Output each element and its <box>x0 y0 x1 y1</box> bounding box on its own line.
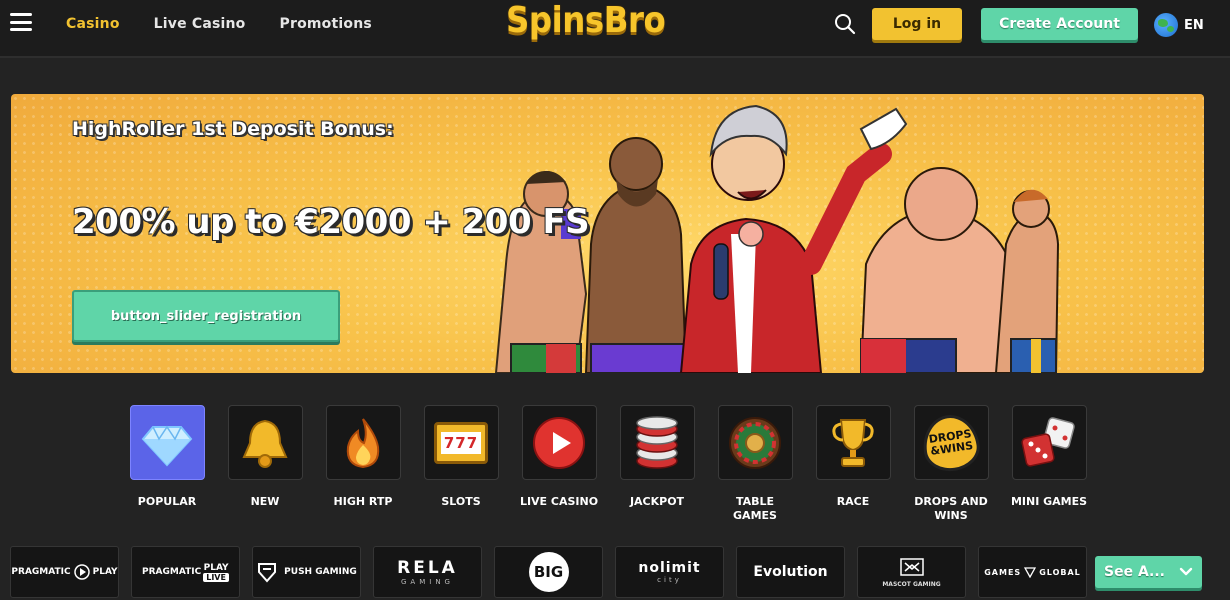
provider-line2: PLAY <box>203 562 229 573</box>
search-icon[interactable] <box>834 13 856 35</box>
category-table-games[interactable]: TABLE GAMES <box>706 405 804 523</box>
fire-icon <box>346 417 380 468</box>
category-race[interactable]: RACE <box>804 405 902 523</box>
language-selector[interactable]: EN <box>1154 13 1204 37</box>
provider-games-global[interactable]: GAMES GLOBAL <box>978 546 1087 598</box>
category-label: POPULAR <box>137 495 197 508</box>
provider-line1: BIG <box>533 563 564 581</box>
push-gaming-logo-icon <box>258 563 277 583</box>
provider-evolution[interactable]: Evolution <box>736 546 845 598</box>
category-tile: DROPS &WINS <box>913 405 989 480</box>
provider-line3: LIVE <box>203 572 229 582</box>
pragmatic-logo-icon <box>73 564 90 580</box>
banner-title: HighRoller 1st Deposit Bonus: <box>72 118 394 140</box>
provider-line1: GAMES <box>984 567 1022 577</box>
provider-push-gaming[interactable]: PUSH GAMING <box>252 546 361 598</box>
provider-line1: PRAGMATIC <box>142 567 202 577</box>
category-tile <box>1011 405 1087 480</box>
category-tile <box>815 405 891 480</box>
big-logo-icon: BIG <box>528 552 569 592</box>
mascot-logo-icon <box>899 557 924 576</box>
provider-live-block: PLAY LIVE <box>203 563 229 582</box>
category-tile <box>521 405 597 480</box>
provider-line1: Evolution <box>753 564 828 580</box>
category-tile <box>619 405 695 480</box>
category-mini-games[interactable]: MINI GAMES <box>1000 405 1098 523</box>
category-high-rtp[interactable]: HIGH RTP <box>314 405 412 523</box>
provider-nolimit-city[interactable]: nolimit city <box>615 546 724 598</box>
provider-line1: PRAGMATIC <box>11 567 71 577</box>
provider-relax-gaming[interactable]: RELA GAMING <box>373 546 482 598</box>
category-tile <box>717 405 793 480</box>
banner-registration-button[interactable]: button_slider_registration <box>72 290 340 342</box>
category-live-casino[interactable]: LIVE CASINO <box>510 405 608 523</box>
dice-icon <box>1021 416 1075 467</box>
provider-line1: RELA <box>397 558 458 578</box>
slot-777-icon: 777 <box>434 421 488 464</box>
category-jackpot[interactable]: JACKPOT <box>608 405 706 523</box>
category-label: NEW <box>250 495 280 508</box>
nav-live-casino[interactable]: Live Casino <box>154 16 246 32</box>
nav-promotions[interactable]: Promotions <box>280 16 372 32</box>
category-label: JACKPOT <box>629 495 685 508</box>
roulette-icon <box>729 416 781 469</box>
see-all-label: See A... <box>1104 564 1165 580</box>
provider-pragmatic-play[interactable]: PRAGMATIC PLAY <box>10 546 119 598</box>
diamond-icon <box>141 425 193 466</box>
provider-line2: MASCOT GAMING <box>882 580 941 588</box>
provider-line2: GAMING <box>401 578 454 586</box>
category-popular[interactable]: POPULAR <box>118 405 216 523</box>
category-tile: 777 <box>423 405 499 480</box>
chips-icon <box>636 415 678 469</box>
drops-wins-icon: DROPS &WINS <box>919 410 983 475</box>
trophy-icon <box>832 418 874 467</box>
games-global-logo-icon <box>1024 567 1037 578</box>
nav-casino[interactable]: Casino <box>66 16 120 32</box>
category-label: SLOTS <box>441 495 481 508</box>
category-label: DROPS AND WINS <box>914 495 988 522</box>
category-tile <box>129 405 205 480</box>
see-all-button[interactable]: See A... <box>1095 556 1202 588</box>
banner-offer: 200% up to €2000 + 200 FS <box>72 202 590 242</box>
category-label: MINI GAMES <box>1010 495 1088 508</box>
provider-line2: PLAY <box>92 567 118 577</box>
category-drops-and-wins[interactable]: DROPS &WINS DROPS AND WINS <box>902 405 1000 523</box>
login-button[interactable]: Log in <box>872 8 962 40</box>
category-label: LIVE CASINO <box>519 495 599 508</box>
promo-banner[interactable]: HighRoller 1st Deposit Bonus: 200% up to… <box>11 94 1204 373</box>
chevron-down-icon <box>1179 567 1193 576</box>
play-icon <box>533 416 585 469</box>
bell-icon <box>242 419 288 468</box>
provider-line1: nolimit <box>638 560 701 576</box>
main-nav: Casino Live Casino Promotions <box>66 16 372 32</box>
provider-strip: PRAGMATIC PLAY PRAGMATIC PLAY LIVE PUSH … <box>10 546 1087 598</box>
provider-line2: city <box>657 576 682 584</box>
category-label: HIGH RTP <box>333 495 393 508</box>
provider-line2: GLOBAL <box>1039 567 1081 577</box>
provider-big[interactable]: BIG <box>494 546 603 598</box>
provider-mascot-gaming[interactable]: MASCOT GAMING <box>857 546 966 598</box>
site-logo[interactable]: SpinsBro <box>506 0 666 41</box>
language-label: EN <box>1184 17 1204 33</box>
globe-icon <box>1154 13 1178 37</box>
category-new[interactable]: NEW <box>216 405 314 523</box>
provider-pragmatic-play-live[interactable]: PRAGMATIC PLAY LIVE <box>131 546 240 598</box>
slot-icon-text: 777 <box>440 431 482 454</box>
top-header: Casino Live Casino Promotions SpinsBro L… <box>0 0 1230 58</box>
category-slots[interactable]: 777 SLOTS <box>412 405 510 523</box>
category-label: TABLE GAMES <box>733 495 777 522</box>
category-tile <box>227 405 303 480</box>
category-bar: POPULAR NEW HIGH RTP 777 SLOTS LIVE CASI… <box>118 405 1098 523</box>
category-label: RACE <box>836 495 870 508</box>
menu-icon[interactable] <box>10 13 32 31</box>
create-account-button[interactable]: Create Account <box>981 8 1138 40</box>
provider-line1: PUSH GAMING <box>284 567 357 577</box>
category-tile <box>325 405 401 480</box>
